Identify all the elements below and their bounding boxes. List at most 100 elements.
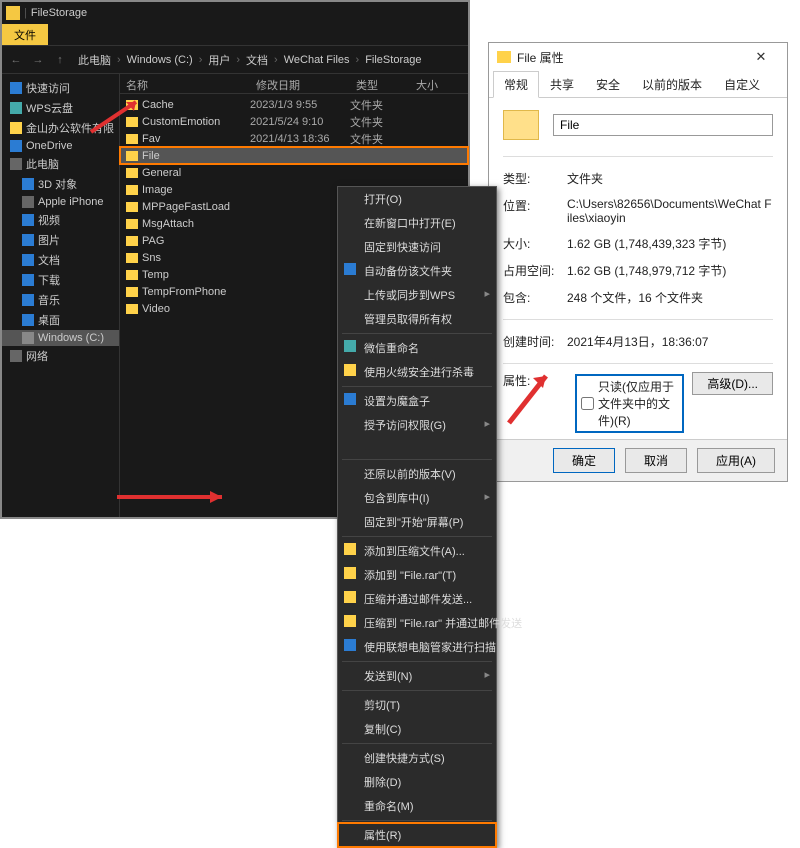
sidebar-item[interactable]: 音乐: [2, 290, 119, 310]
menu-item[interactable]: 授予访问权限(G): [338, 413, 496, 437]
menu-item[interactable]: 包含到库中(I): [338, 486, 496, 510]
file-row[interactable]: Cache2023/1/3 9:55文件夹: [120, 96, 468, 113]
menu-item[interactable]: 打开(O): [338, 187, 496, 211]
menu-item[interactable]: 添加到压缩文件(A)...: [338, 539, 496, 563]
property-value: 1.62 GB (1,748,979,712 字节): [567, 262, 773, 279]
sidebar-item[interactable]: 图片: [2, 230, 119, 250]
sidebar-item[interactable]: OneDrive: [2, 138, 119, 154]
sidebar-item[interactable]: Windows (C:): [2, 330, 119, 346]
file-row[interactable]: Fav2021/4/13 18:36文件夹: [120, 130, 468, 147]
sidebar-item[interactable]: 下载: [2, 270, 119, 290]
menu-item[interactable]: 自动备份该文件夹: [338, 259, 496, 283]
menu-item[interactable]: 添加到 "File.rar"(T): [338, 563, 496, 587]
nav-back-icon[interactable]: ←: [6, 50, 26, 70]
menu-item[interactable]: 重命名(M): [338, 794, 496, 818]
folder-icon: [10, 140, 22, 152]
dialog-tab[interactable]: 安全: [585, 71, 631, 98]
folder-icon: [126, 270, 138, 280]
sidebar-item-label: 文档: [38, 252, 60, 268]
folder-icon: [126, 134, 138, 144]
nav-up-icon[interactable]: ↑: [50, 50, 70, 70]
menu-item-label: 压缩并通过邮件发送...: [364, 594, 472, 606]
file-row[interactable]: General: [120, 164, 468, 181]
menu-item[interactable]: 创建快捷方式(S): [338, 746, 496, 770]
folder-icon: [126, 253, 138, 263]
menu-item[interactable]: 删除(D): [338, 770, 496, 794]
menu-item[interactable]: 使用火绒安全进行杀毒: [338, 360, 496, 384]
breadcrumb-item[interactable]: Windows (C:): [121, 52, 199, 68]
menu-item[interactable]: 上传或同步到WPS: [338, 283, 496, 307]
folder-icon: [22, 254, 34, 266]
folder-icon: [22, 314, 34, 326]
dialog-tab[interactable]: 自定义: [713, 71, 771, 98]
breadcrumb-item[interactable]: 此电脑: [72, 50, 117, 70]
property-row: 创建时间:2021年4月13日，18:36:07: [503, 328, 773, 355]
sidebar-item[interactable]: 金山办公软件有限: [2, 118, 119, 138]
dialog-tab[interactable]: 共享: [539, 71, 585, 98]
menu-item[interactable]: 固定到快速访问: [338, 235, 496, 259]
folder-icon: [10, 158, 22, 170]
sidebar-item[interactable]: 快速访问: [2, 78, 119, 98]
menu-item[interactable]: 微信重命名: [338, 336, 496, 360]
sidebar-item[interactable]: 网络: [2, 346, 119, 366]
menu-item[interactable]: 压缩并通过邮件发送...: [338, 587, 496, 611]
nav-forward-icon[interactable]: →: [28, 50, 48, 70]
col-type[interactable]: 类型: [350, 74, 410, 93]
breadcrumb-item[interactable]: WeChat Files: [278, 52, 356, 68]
sidebar-item[interactable]: Apple iPhone: [2, 194, 119, 210]
menu-item[interactable]: 复制(C): [338, 717, 496, 741]
ok-button[interactable]: 确定: [553, 448, 615, 473]
dialog-tab[interactable]: 常规: [493, 71, 539, 98]
dialog-tab[interactable]: 以前的版本: [631, 71, 713, 98]
menu-item[interactable]: 发送到(N): [338, 664, 496, 688]
property-row: 位置:C:\Users\82656\Documents\WeChat Files…: [503, 192, 773, 230]
menu-separator: [342, 333, 492, 334]
file-name: General: [142, 167, 181, 179]
sidebar-item[interactable]: 3D 对象: [2, 174, 119, 194]
menu-item-label: 添加到 "File.rar"(T): [364, 570, 456, 582]
readonly-checkbox[interactable]: 只读(仅应用于文件夹中的文件)(R): [575, 374, 684, 433]
sidebar-item[interactable]: 文档: [2, 250, 119, 270]
sidebar-item[interactable]: 此电脑: [2, 154, 119, 174]
breadcrumb-item[interactable]: 用户: [202, 50, 236, 70]
sidebar-item[interactable]: 视频: [2, 210, 119, 230]
breadcrumb[interactable]: 此电脑›Windows (C:)›用户›文档›WeChat Files›File…: [72, 50, 427, 70]
menu-item[interactable]: 剪切(T): [338, 693, 496, 717]
sidebar-item[interactable]: WPS云盘: [2, 98, 119, 118]
apply-button[interactable]: 应用(A): [697, 448, 775, 473]
breadcrumb-item[interactable]: 文档: [240, 50, 274, 70]
ribbon-tab-file[interactable]: 文件: [2, 24, 48, 45]
file-row[interactable]: CustomEmotion2021/5/24 9:10文件夹: [120, 113, 468, 130]
breadcrumb-item[interactable]: FileStorage: [359, 52, 427, 68]
menu-item[interactable]: 使用联想电脑管家进行扫描: [338, 635, 496, 659]
context-menu: 打开(O)在新窗口中打开(E)固定到快速访问自动备份该文件夹上传或同步到WPS管…: [337, 186, 497, 848]
menu-item[interactable]: 还原以前的版本(V): [338, 462, 496, 486]
file-name: Fav: [142, 133, 160, 145]
menu-item[interactable]: 属性(R): [338, 823, 496, 847]
file-row[interactable]: File: [120, 147, 468, 164]
file-name: CustomEmotion: [142, 116, 220, 128]
close-icon[interactable]: ✕: [743, 49, 779, 65]
cancel-button[interactable]: 取消: [625, 448, 687, 473]
menu-item[interactable]: 管理员取得所有权: [338, 307, 496, 331]
menu-item[interactable]: 设置为魔盒子: [338, 389, 496, 413]
menu-item[interactable]: 压缩到 "File.rar" 并通过邮件发送: [338, 611, 496, 635]
col-name[interactable]: 名称: [120, 74, 250, 93]
file-type: 文件夹: [350, 97, 410, 113]
folder-icon: [22, 274, 34, 286]
sidebar-item-label: 网络: [26, 348, 48, 364]
column-headers[interactable]: 名称 修改日期 类型 大小: [120, 74, 468, 94]
property-value: 1.62 GB (1,748,439,323 字节): [567, 235, 773, 252]
advanced-button[interactable]: 高级(D)...: [692, 372, 773, 395]
folder-icon: [22, 214, 34, 226]
sidebar-item[interactable]: 桌面: [2, 310, 119, 330]
menu-item[interactable]: 在新窗口中打开(E): [338, 211, 496, 235]
menu-item[interactable]: 固定到"开始"屏幕(P): [338, 510, 496, 534]
filename-input[interactable]: [553, 114, 773, 136]
folder-icon: [126, 100, 138, 110]
sidebar-item-label: 金山办公软件有限: [26, 120, 114, 136]
col-size[interactable]: 大小: [410, 74, 460, 93]
folder-icon: [497, 51, 511, 63]
col-date[interactable]: 修改日期: [250, 74, 350, 93]
folder-icon: [22, 196, 34, 208]
